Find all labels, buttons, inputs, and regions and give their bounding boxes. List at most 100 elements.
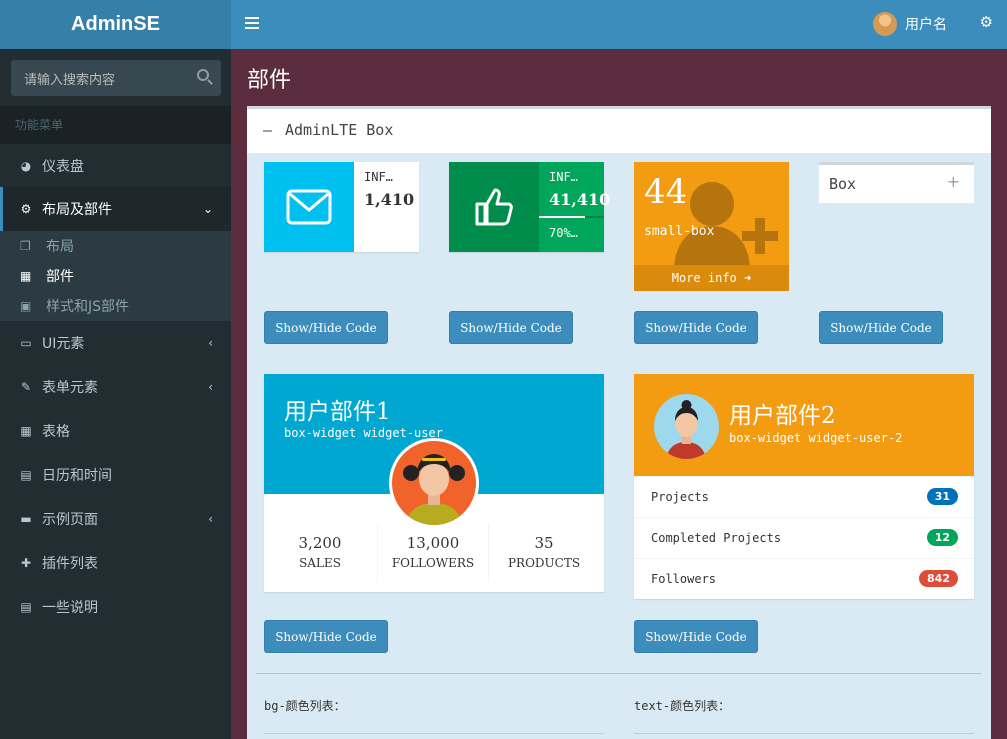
small-box-text: small-box [644,224,715,239]
sidebar-item-label: 示例页面 [42,512,98,528]
sidebar-item-examples[interactable]: ▬ 示例页面 ‹ [0,497,231,541]
sidebar-item-ui-elements[interactable]: ▭ UI元素 ‹ [0,321,231,365]
user-avatar [654,394,719,459]
divider [256,673,981,674]
file-icon: ▤ [20,600,32,614]
sidebar-item-dashboard[interactable]: ◕ 仪表盘 [0,144,231,188]
show-hide-code-button[interactable]: Show/Hide Code [634,620,758,653]
divider [634,733,974,734]
info-box-1: INF… 1,410 [264,162,419,252]
arrow-circle-right-icon: ➜ [744,271,752,285]
sidebar-subitem-style-js[interactable]: ▣ 样式和JS部件 [20,291,129,321]
chevron-left-icon: ‹ [208,512,213,526]
list-item-label: Completed Projects [651,531,782,545]
info-box-text: INF… [364,170,393,184]
sidebar-item-label: UI元素 [42,336,85,352]
stat-sales: 3,200 SALES [264,534,376,570]
sidebar-toggle-icon[interactable] [245,14,259,34]
table-icon: ▦ [20,424,32,438]
search-input[interactable]: 请输入搜索内容 [11,60,221,96]
settings-gears-icon[interactable]: ⚙ [980,13,993,31]
small-box-number: 44 [644,172,688,212]
list-item[interactable]: Followers 842 [634,558,974,599]
sidebar-item-plugins[interactable]: ✚ 插件列表 [0,541,231,585]
user-widget-desc: box-widget widget-user-2 [729,431,903,445]
stat-products: 35 PRODUCTS [488,534,600,570]
sidebar-item-label: 布局及部件 [42,202,112,218]
username-label: 用户名 [905,17,947,33]
envelope-icon [264,162,354,252]
bg-colors-label: bg-颜色列表： [264,699,346,713]
show-hide-code-button[interactable]: Show/Hide Code [264,311,388,344]
sidebar-section-label: 功能菜单 [0,106,231,144]
info-box-number: 1,410 [364,190,415,209]
show-hide-code-button[interactable]: Show/Hide Code [819,311,943,344]
more-info-label: More info [671,271,737,285]
user-widget-name: 用户部件2 [729,403,836,429]
sidebar-subitem-widgets[interactable]: ▦ 部件 [20,261,74,291]
list-item[interactable]: Projects 31 [634,476,974,517]
user-widget-1: 用户部件1 box-widget widget-user 3,200 SALES… [264,374,604,592]
collapse-minus-icon[interactable] [263,130,272,132]
edit-icon: ✎ [20,380,32,394]
stat-value: 3,200 [298,534,342,552]
stat-value: 13,000 [406,534,460,552]
sidebar-subitem-label: 样式和JS部件 [46,299,130,315]
sidebar: 请输入搜索内容 功能菜单 ◕ 仪表盘 ⚙ 布局及部件 ⌄ ❐ 布局 ▦ 部件 ▣… [0,49,231,739]
sidebar-item-form-elements[interactable]: ✎ 表单元素 ‹ [0,365,231,409]
page-title: 部件 [247,67,292,92]
user-avatar [389,438,479,528]
info-box-text: INF… [549,170,578,184]
text-colors-label: text-颜色列表： [634,699,731,713]
progress-description: 70%… [549,226,578,240]
count-badge: 31 [926,488,958,505]
show-hide-code-button[interactable]: Show/Hide Code [634,311,758,344]
list-item-label: Followers [651,572,717,586]
count-badge: 842 [919,570,958,587]
sidebar-subitem-label: 布局 [46,239,74,255]
search-placeholder: 请输入搜索内容 [24,72,116,88]
show-hide-code-button[interactable]: Show/Hide Code [264,620,388,653]
sidebar-subitem-layout[interactable]: ❐ 布局 [20,231,74,261]
sidebar-item-layout-widgets[interactable]: ⚙ 布局及部件 ⌄ [0,187,231,231]
list-item-label: Projects [651,490,709,504]
top-navbar: 用户名 ⚙ [231,0,1007,49]
info-box-progress [539,216,604,218]
sidebar-item-label: 日历和时间 [42,468,112,484]
show-hide-code-button[interactable]: Show/Hide Code [449,311,573,344]
sidebar-item-label: 仪表盘 [42,159,84,175]
collapsed-box: Box + [819,162,974,203]
box-title: AdminLTE Box [285,121,394,139]
collapsed-box-title: Box [829,175,857,193]
user-widget-name: 用户部件1 [284,399,391,425]
search-icon[interactable] [197,69,209,81]
chevron-left-icon: ‹ [208,380,213,394]
sidebar-item-tables[interactable]: ▦ 表格 [0,409,231,453]
sidebar-item-label: 插件列表 [42,556,98,572]
stat-label: PRODUCTS [507,556,581,570]
sidebar-submenu: ❐ 布局 ▦ 部件 ▣ 样式和JS部件 [0,231,231,321]
laptop-icon: ▭ [20,336,32,350]
divider [264,733,604,734]
more-info-link[interactable]: More info ➜ [634,265,789,291]
stat-label: SALES [299,556,341,570]
stat-value: 35 [534,534,554,552]
plus-icon: ✚ [20,556,32,570]
th-icon: ▦ [20,269,32,283]
user-widget-2: 用户部件2 box-widget widget-user-2 Projects … [634,374,974,599]
cogs-icon: ⚙ [20,202,32,216]
thumbs-up-icon [449,162,539,252]
sidebar-item-calendar[interactable]: ▤ 日历和时间 [0,453,231,497]
chevron-down-icon: ⌄ [202,202,213,216]
dashboard-icon: ◕ [20,159,32,173]
sidebar-item-notes[interactable]: ▤ 一些说明 [0,585,231,629]
user-menu[interactable]: 用户名 [873,12,947,36]
calendar-icon: ▤ [20,468,32,482]
briefcase-icon: ▣ [20,299,32,313]
stat-label: FOLLOWERS [391,556,475,570]
expand-plus-icon[interactable]: + [947,172,960,191]
progress-fill [539,216,585,218]
list-item[interactable]: Completed Projects 12 [634,517,974,558]
info-box-number: 41,410 [549,190,611,209]
app-logo[interactable]: AdminSE [0,0,231,49]
